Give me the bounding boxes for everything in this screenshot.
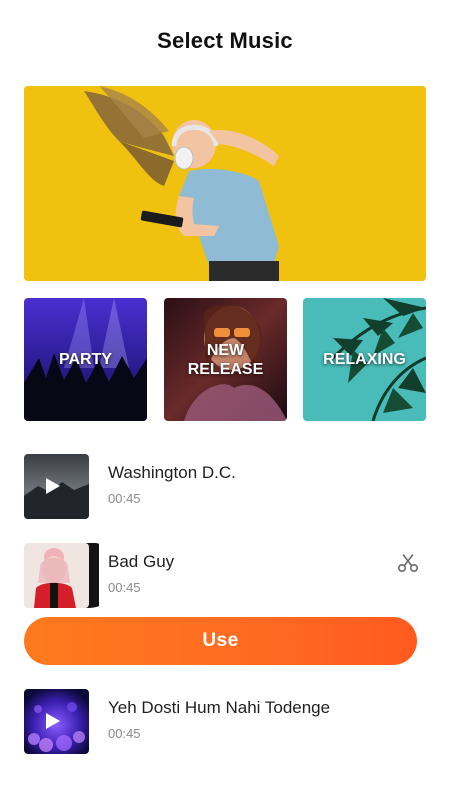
category-label: PARTY bbox=[58, 351, 113, 368]
track-title: Washington D.C. bbox=[108, 463, 236, 482]
play-icon bbox=[46, 478, 60, 494]
use-button[interactable]: Use bbox=[24, 617, 417, 665]
track-duration: 00:45 bbox=[108, 726, 141, 741]
track-title: Bad Guy bbox=[108, 552, 175, 571]
track-thumbnail bbox=[24, 543, 99, 608]
category-party[interactable]: PARTY bbox=[24, 298, 147, 421]
track-thumbnail bbox=[24, 689, 89, 754]
featured-banner[interactable] bbox=[24, 86, 426, 281]
track-title: Yeh Dosti Hum Nahi Todenge bbox=[108, 698, 331, 717]
category-label: RELAXING bbox=[323, 351, 406, 368]
track-duration: 00:45 bbox=[108, 580, 141, 595]
page-title: Select Music bbox=[157, 28, 293, 53]
category-tiles: PARTY NEW RELEASE RELAXING bbox=[24, 298, 426, 421]
track-thumbnail bbox=[24, 454, 89, 519]
category-label: NEW RELEASE bbox=[187, 341, 264, 378]
play-icon bbox=[46, 713, 60, 729]
track-item[interactable]: Yeh Dosti Hum Nahi Todenge 00:45 bbox=[24, 689, 426, 755]
category-new-release[interactable]: NEW RELEASE bbox=[164, 298, 287, 421]
select-music-screen: Select Music PARTY NEW RELEASE RELAXING … bbox=[0, 0, 450, 800]
track-item[interactable]: Washington D.C. 00:45 bbox=[24, 454, 426, 520]
category-relaxing[interactable]: RELAXING bbox=[303, 298, 426, 421]
banner-image bbox=[24, 86, 426, 281]
scissors-icon[interactable] bbox=[396, 551, 420, 575]
track-item-selected[interactable]: Bad Guy 00:45 bbox=[24, 543, 426, 609]
track-duration: 00:45 bbox=[108, 491, 141, 506]
